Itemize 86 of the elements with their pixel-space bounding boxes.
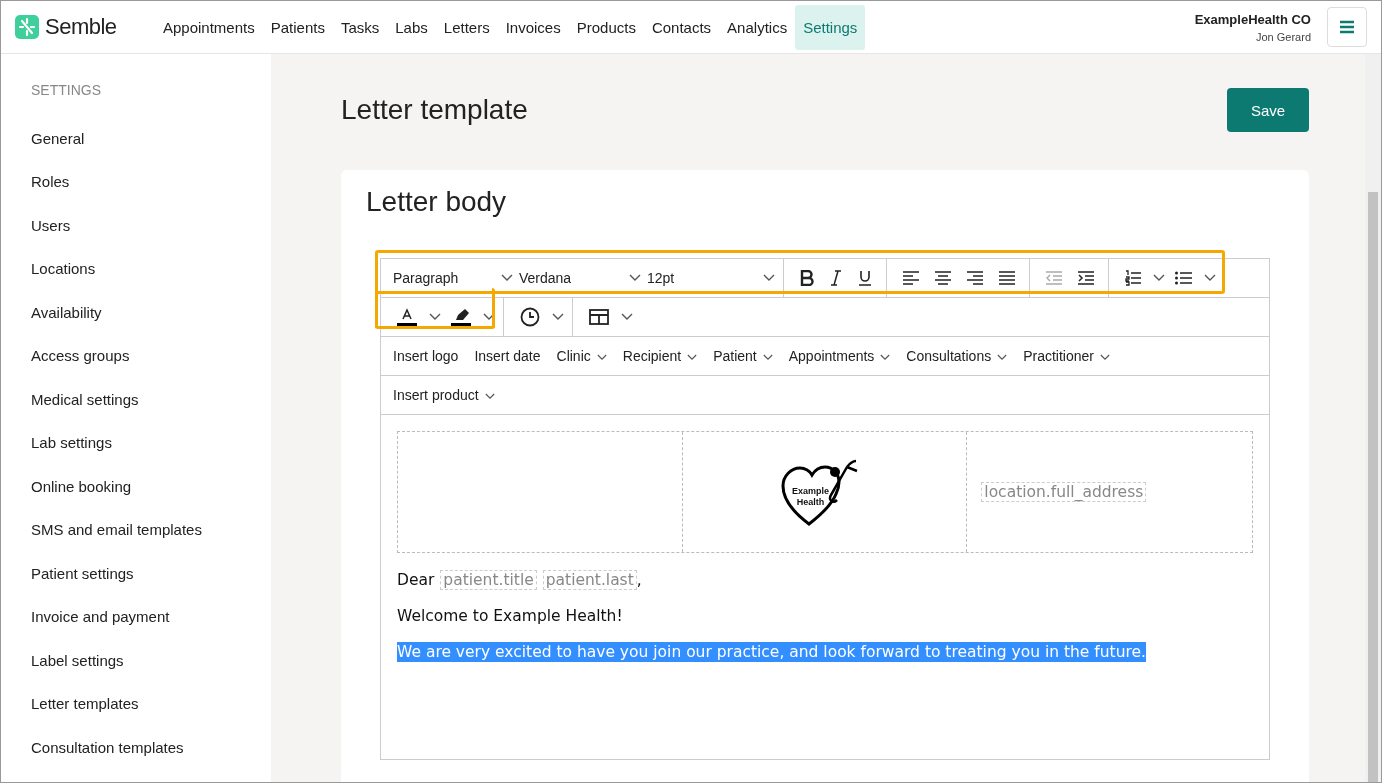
paragraph-text: Welcome to Example Health!: [397, 606, 623, 626]
sidebar-item[interactable]: Locations: [31, 260, 271, 304]
block-format-dropdown[interactable]: Paragraph: [393, 270, 495, 286]
caret-icon: [1204, 274, 1216, 282]
text-color-icon[interactable]: [397, 308, 417, 326]
caret-icon: [621, 313, 633, 321]
merge-field: patient.last: [542, 570, 637, 590]
caret-icon: [997, 354, 1008, 361]
insert-menu-item[interactable]: Insert product: [393, 387, 495, 403]
nav-tab[interactable]: Products: [568, 4, 644, 50]
caret-icon: [762, 354, 773, 361]
caret-icon: [552, 313, 564, 321]
insert-menu-item[interactable]: Patient: [713, 348, 773, 364]
page-title: Letter template: [341, 94, 528, 126]
nav-tab[interactable]: Patients: [262, 4, 333, 50]
sidebar-item[interactable]: Lab settings: [31, 434, 271, 478]
caret-icon: [596, 354, 607, 361]
caret-icon: [1100, 354, 1110, 361]
punctuation: ,: [636, 571, 642, 589]
numbered-list-icon[interactable]: [1125, 270, 1141, 286]
highlighter-icon[interactable]: [451, 308, 471, 326]
table-icon[interactable]: [589, 309, 609, 325]
scrollbar-thumb[interactable]: [1368, 192, 1378, 782]
insert-menu-item[interactable]: Clinic: [556, 348, 607, 364]
sidebar-item[interactable]: Invoice and payment: [31, 608, 271, 652]
sidebar-item[interactable]: Users: [31, 216, 271, 261]
nav-tab[interactable]: Tasks: [332, 4, 388, 50]
sidebar-item[interactable]: Access groups: [31, 347, 271, 391]
insert-menu-item[interactable]: Insert logo: [393, 348, 459, 364]
menu-button[interactable]: [1327, 7, 1367, 47]
insert-menu-item[interactable]: Practitioner: [1023, 348, 1110, 364]
caret-icon: [1153, 274, 1165, 282]
nav-tab[interactable]: Appointments: [155, 4, 263, 50]
sidebar-heading: SETTINGS: [31, 82, 102, 98]
caret-icon: [763, 274, 775, 282]
scrollbar[interactable]: [1365, 54, 1381, 782]
caret-icon: [429, 313, 441, 321]
font-dropdown[interactable]: Verdana: [519, 270, 623, 286]
align-center-icon[interactable]: [935, 271, 951, 285]
nav-tab[interactable]: Contacts: [643, 4, 720, 50]
save-button[interactable]: Save: [1227, 88, 1309, 132]
user-name: Jon Gerard: [1255, 30, 1311, 43]
sidebar-item[interactable]: Online booking: [31, 477, 271, 522]
insert-menu-item[interactable]: Consultations: [906, 348, 1008, 364]
sidebar-item[interactable]: Letter templates: [31, 695, 271, 739]
underline-icon[interactable]: [858, 270, 872, 286]
justify-icon[interactable]: [999, 271, 1015, 285]
nav-tab[interactable]: Settings: [795, 4, 866, 50]
insert-menu-item[interactable]: Recipient: [622, 348, 698, 364]
align-right-icon[interactable]: [967, 271, 983, 285]
sidebar-item[interactable]: Availability: [31, 303, 271, 348]
merge-field: patient.title: [440, 570, 537, 590]
sidebar-item[interactable]: Label settings: [31, 651, 271, 696]
caret-icon: [484, 393, 495, 400]
nav-tab[interactable]: Labs: [387, 4, 436, 50]
caret-icon: [501, 274, 513, 282]
caret-icon: [483, 313, 495, 321]
sidebar-item[interactable]: Medical settings: [31, 390, 271, 435]
sidebar-item[interactable]: Roles: [31, 173, 271, 217]
bold-icon[interactable]: [800, 270, 814, 286]
merge-field: location.full_address: [981, 482, 1147, 502]
caret-icon: [880, 354, 891, 361]
bullet-list-icon[interactable]: [1175, 271, 1192, 285]
italic-icon[interactable]: [830, 270, 842, 286]
brand-name: Semble: [45, 14, 117, 40]
font-size-dropdown[interactable]: 12pt: [647, 270, 757, 286]
logo-icon: [15, 15, 39, 39]
greeting-text: Dear: [397, 571, 435, 589]
paragraph-text: We are very excited to have you join our practice, and look forward to treating you in the future.: [397, 642, 1146, 662]
nav-tab[interactable]: Analytics: [719, 4, 796, 50]
menu-icon: [1339, 20, 1355, 34]
organization-name: ExampleHealth CO: [1194, 11, 1311, 27]
sidebar-item[interactable]: Patient settings: [31, 564, 271, 609]
sidebar-item[interactable]: SMS and email templates: [31, 521, 271, 565]
nav-tab[interactable]: Invoices: [497, 4, 569, 50]
nav-tab[interactable]: Letters: [435, 4, 498, 50]
clock-icon[interactable]: [520, 307, 540, 327]
align-left-icon[interactable]: [903, 271, 919, 285]
sidebar-item[interactable]: Consultation templates: [31, 738, 271, 782]
insert-menu-item[interactable]: Insert date: [474, 348, 541, 364]
caret-icon: [629, 274, 641, 282]
insert-menu-item[interactable]: Appointments: [788, 348, 891, 364]
indent-icon[interactable]: [1078, 271, 1094, 285]
caret-icon: [687, 354, 698, 361]
sidebar-item[interactable]: General: [31, 130, 271, 174]
card-title: Letter body: [366, 186, 508, 218]
